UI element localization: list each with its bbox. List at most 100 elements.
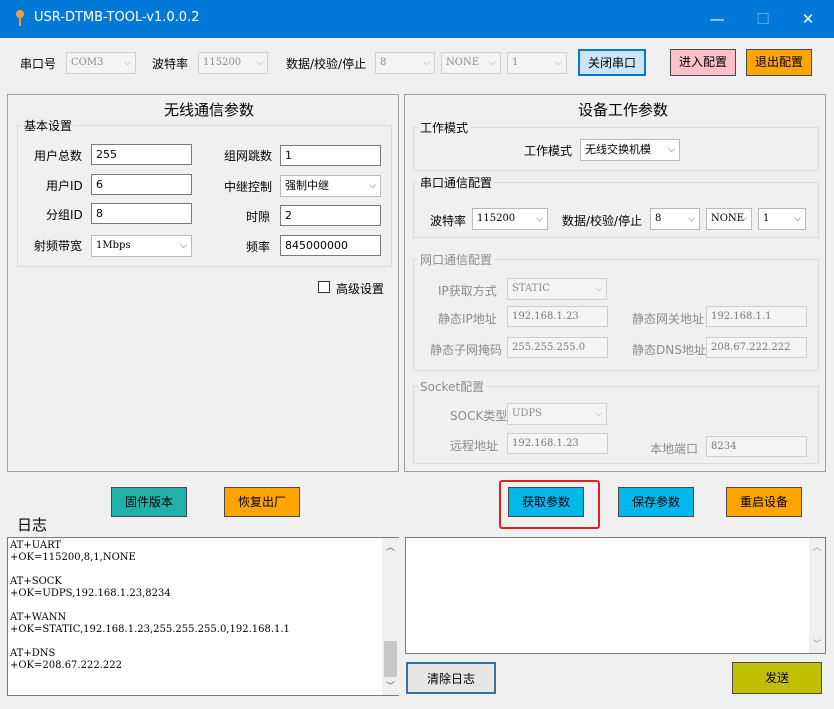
device-stop-bits-select[interactable]: 1 ⌵ <box>758 208 806 230</box>
maximize-button[interactable]: ☐ <box>740 0 786 38</box>
scroll-up-icon[interactable]: ︿ <box>382 540 399 553</box>
device-baud-select[interactable]: 115200 ⌵ <box>472 208 548 230</box>
local-port-label: 本地端口 <box>650 442 699 456</box>
send-scrollbar[interactable]: ︿ ﹀ <box>809 538 825 653</box>
baud-value: 115200 <box>203 57 242 68</box>
parity-value: NONE <box>446 57 479 68</box>
minimize-button[interactable]: — <box>694 0 740 38</box>
scroll-up-icon[interactable]: ︿ <box>809 540 825 553</box>
stop-bits-value: 1 <box>512 57 519 68</box>
chevron-down-icon: ⌵ <box>740 214 747 224</box>
chevron-down-icon: ⌵ <box>595 284 602 294</box>
device-data-bits-select[interactable]: 8 ⌵ <box>650 208 700 230</box>
user-id-label: 用户ID <box>46 179 83 193</box>
group-id-input[interactable]: 8 <box>91 203 192 224</box>
serial-group-title: 串口通信配置 <box>418 174 495 191</box>
chevron-down-icon: ⌵ <box>256 58 263 68</box>
chevron-down-icon: ⌵ <box>688 214 695 224</box>
device-parity-value: NONE <box>711 213 744 224</box>
remote-label: 远程地址 <box>450 439 499 453</box>
close-port-button[interactable]: 关闭串口 <box>578 49 646 76</box>
ip-label: 静态IP地址 <box>438 312 497 326</box>
bandwidth-label: 射频带宽 <box>34 239 83 253</box>
user-id-input[interactable]: 6 <box>91 174 192 195</box>
group-id-label: 分组ID <box>46 208 83 222</box>
gateway-input[interactable]: 192.168.1.1 <box>706 306 807 327</box>
log-scrollbar[interactable]: ︿ ﹀ <box>382 538 399 695</box>
ip-input[interactable]: 192.168.1.23 <box>507 306 608 327</box>
hops-label: 组网跳数 <box>224 149 273 163</box>
chevron-down-icon: ⌵ <box>536 214 543 224</box>
slot-input[interactable]: 2 <box>280 205 381 226</box>
log-title: 日志 <box>17 516 48 534</box>
total-users-input[interactable]: 255 <box>91 144 192 165</box>
port-value: COM3 <box>71 57 104 68</box>
app-pin-icon <box>16 10 24 26</box>
enter-config-button[interactable]: 进入配置 <box>670 49 736 76</box>
parity-select[interactable]: NONE ⌵ <box>441 52 501 74</box>
device-stop-bits-value: 1 <box>763 213 770 224</box>
send-button[interactable]: 发送 <box>732 662 822 694</box>
mode-group-title: 工作模式 <box>418 119 471 136</box>
hops-input[interactable]: 1 <box>280 145 381 166</box>
advanced-checkbox[interactable] <box>318 281 330 293</box>
scroll-down-icon[interactable]: ﹀ <box>809 637 825 650</box>
ip-mode-value: STATIC <box>512 283 550 294</box>
get-params-button[interactable]: 获取参数 <box>508 487 584 517</box>
device-baud-label: 波特率 <box>430 214 467 228</box>
remote-input[interactable]: 192.168.1.23 <box>507 433 608 454</box>
device-data-bits-value: 8 <box>655 213 662 224</box>
gateway-label: 静态网关地址 <box>632 312 705 326</box>
net-group-title: 网口通信配置 <box>418 251 495 268</box>
dns-label: 静态DNS地址 <box>632 343 706 357</box>
dns-input[interactable]: 208.67.222.222 <box>706 337 807 358</box>
data-bits-select[interactable]: 8 ⌵ <box>375 52 435 74</box>
window-title: USR-DTMB-TOOL-v1.0.0.2 <box>34 10 200 25</box>
send-input[interactable]: ︿ ﹀ <box>405 537 826 654</box>
wireless-title: 无线通信参数 <box>164 101 255 119</box>
mode-select[interactable]: 无线交换机模 ⌵ <box>580 139 680 161</box>
mode-label: 工作模式 <box>524 144 573 158</box>
relay-select[interactable]: 强制中继 ⌵ <box>280 175 381 197</box>
chevron-down-icon: ⌵ <box>595 409 602 419</box>
socket-group-title: Socket配置 <box>418 378 487 395</box>
sock-type-value: UDPS <box>512 408 543 419</box>
advanced-label: 高级设置 <box>336 282 385 296</box>
firmware-version-button[interactable]: 固件版本 <box>111 487 187 517</box>
bandwidth-select[interactable]: 1Mbps ⌵ <box>91 235 192 257</box>
title-bar[interactable]: USR-DTMB-TOOL-v1.0.0.2 — ☐ ✕ <box>0 0 834 38</box>
local-port-input[interactable]: 8234 <box>706 436 807 457</box>
scroll-down-icon[interactable]: ﹀ <box>382 679 399 692</box>
exit-config-button[interactable]: 退出配置 <box>746 49 812 76</box>
mask-input[interactable]: 255.255.255.0 <box>507 337 608 358</box>
device-parity-select[interactable]: NONE ⌵ <box>706 208 752 230</box>
sock-type-select[interactable]: UDPS ⌵ <box>507 403 607 425</box>
freq-label: 频率 <box>246 240 271 254</box>
restart-device-button[interactable]: 重启设备 <box>726 487 802 517</box>
scroll-thumb[interactable] <box>384 641 397 677</box>
stop-bits-select[interactable]: 1 ⌵ <box>507 52 567 74</box>
ip-mode-label: IP获取方式 <box>438 284 497 298</box>
total-users-label: 用户总数 <box>34 149 83 163</box>
baud-select[interactable]: 115200 ⌵ <box>198 52 268 74</box>
mask-label: 静态子网掩码 <box>430 343 503 357</box>
clear-log-button[interactable]: 清除日志 <box>406 662 496 694</box>
log-output[interactable]: AT+UART +OK=115200,8,1,NONE AT+SOCK +OK=… <box>7 537 399 696</box>
port-select[interactable]: COM3 ⌵ <box>66 52 136 74</box>
factory-reset-button[interactable]: 恢复出厂 <box>224 487 300 517</box>
chevron-down-icon: ⌵ <box>124 58 131 68</box>
relay-value: 强制中继 <box>285 179 329 192</box>
log-text: AT+UART +OK=115200,8,1,NONE AT+SOCK +OK=… <box>10 540 290 671</box>
close-button[interactable]: ✕ <box>785 0 831 38</box>
freq-input[interactable]: 845000000 <box>280 235 381 256</box>
bandwidth-value: 1Mbps <box>96 240 131 251</box>
relay-label: 中继控制 <box>224 180 273 194</box>
device-format-label: 数据/校验/停止 <box>562 214 643 228</box>
device-title: 设备工作参数 <box>578 101 669 119</box>
chevron-down-icon: ⌵ <box>369 181 376 191</box>
chevron-down-icon: ⌵ <box>555 58 562 68</box>
chevron-down-icon: ⌵ <box>489 58 496 68</box>
chevron-down-icon: ⌵ <box>794 214 801 224</box>
ip-mode-select[interactable]: STATIC ⌵ <box>507 278 607 300</box>
save-params-button[interactable]: 保存参数 <box>618 487 694 517</box>
